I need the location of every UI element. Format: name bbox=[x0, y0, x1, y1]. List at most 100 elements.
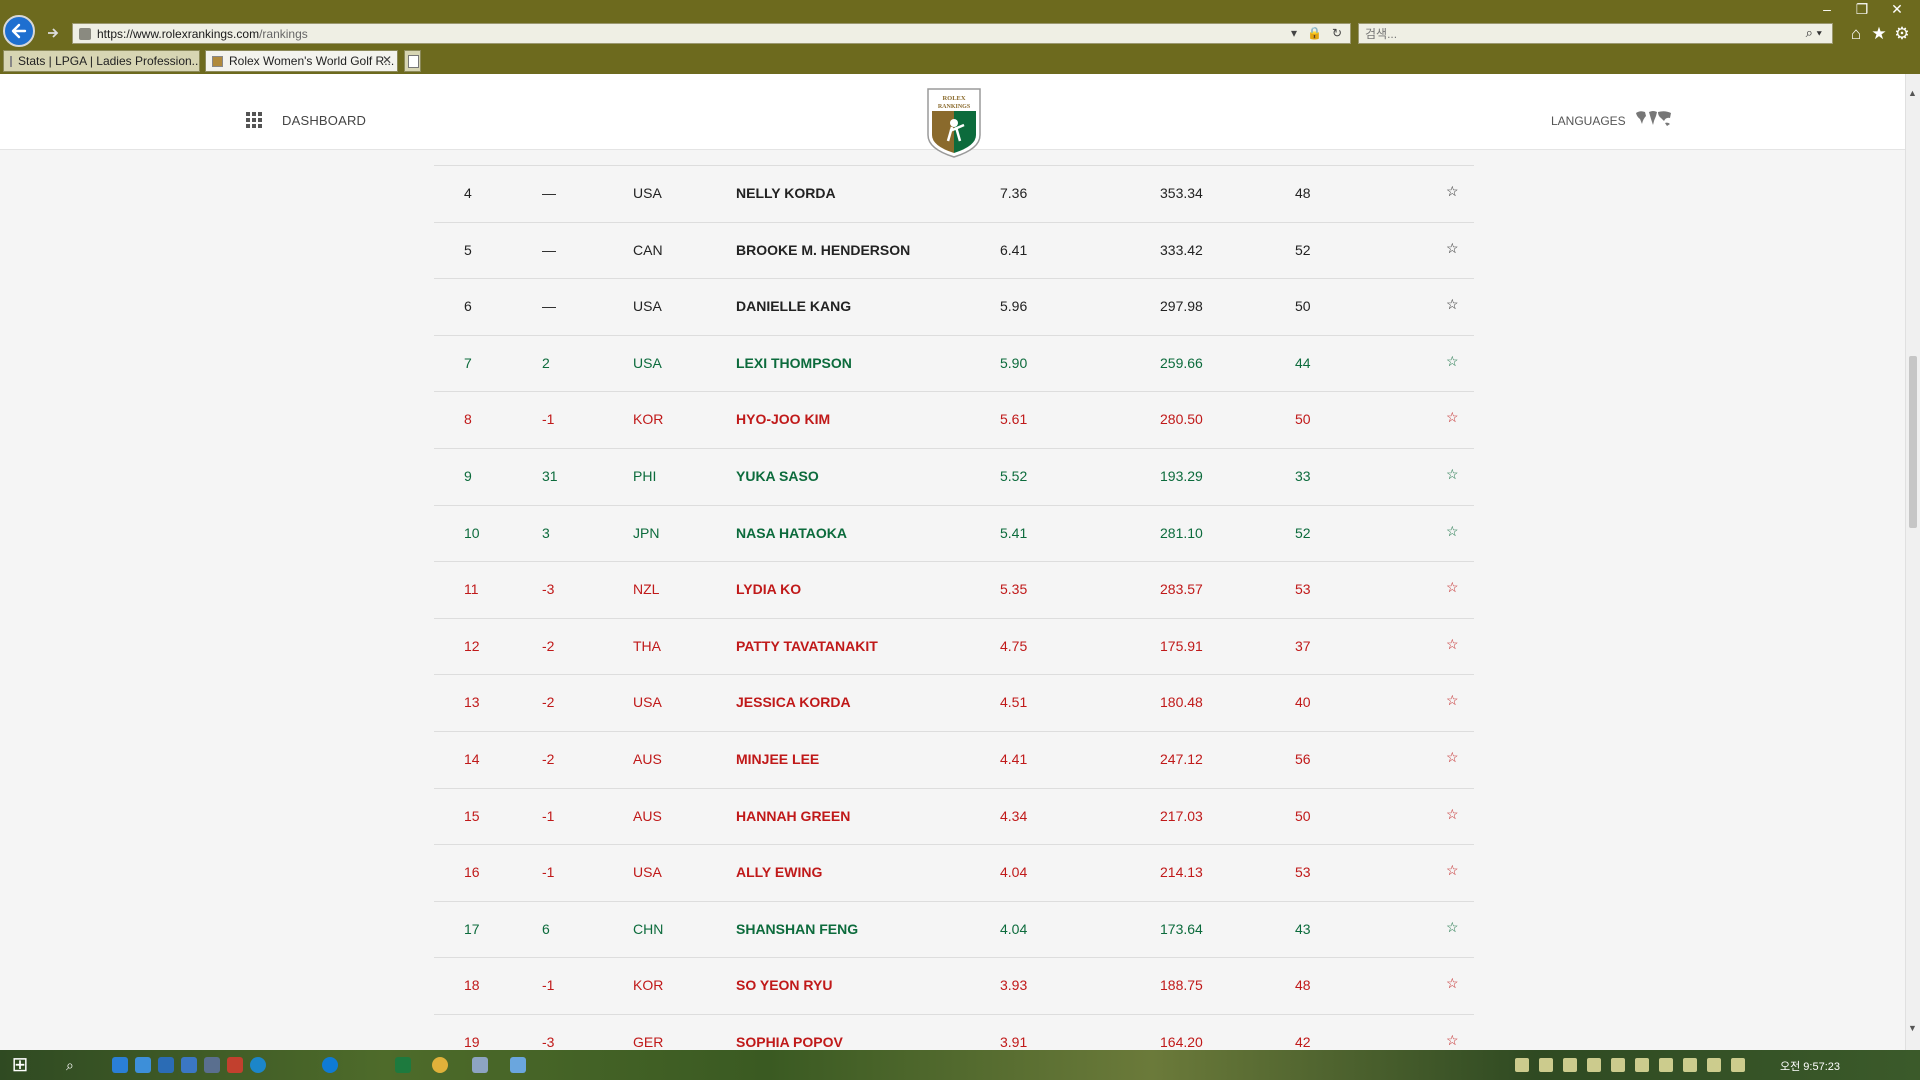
tab-close-icon[interactable]: ✕ bbox=[382, 53, 392, 67]
table-row[interactable]: 14 -2 AUS MINJEE LEE 4.41 247.12 56 ☆ bbox=[434, 731, 1474, 787]
table-row[interactable]: 19 -3 GER SOPHIA POPOV 3.91 164.20 42 ☆ bbox=[434, 1014, 1474, 1050]
tray-icon[interactable] bbox=[1731, 1058, 1745, 1072]
tray-icon[interactable] bbox=[1539, 1058, 1553, 1072]
store-icon[interactable] bbox=[181, 1057, 197, 1073]
favorite-star-icon[interactable]: ☆ bbox=[1446, 183, 1459, 200]
table-row[interactable]: 18 -1 KOR SO YEON RYU 3.93 188.75 48 ☆ bbox=[434, 957, 1474, 1013]
favorite-star-icon[interactable]: ☆ bbox=[1446, 692, 1459, 709]
favorite-star-icon[interactable]: ☆ bbox=[1446, 919, 1459, 936]
player-name-link[interactable]: JESSICA KORDA bbox=[736, 694, 851, 710]
favorite-star-icon[interactable]: ☆ bbox=[1446, 409, 1459, 426]
taskbar-clock[interactable]: 오전 9:57:23 bbox=[1780, 1058, 1840, 1074]
table-row[interactable]: 7 2 USA LEXI THOMPSON 5.90 259.66 44 ☆ bbox=[434, 334, 1474, 391]
apps-grid-icon[interactable] bbox=[246, 112, 262, 128]
favorite-star-icon[interactable]: ☆ bbox=[1446, 636, 1459, 653]
restore-icon[interactable]: ❐ bbox=[1847, 0, 1877, 18]
search-box[interactable]: ⌕ ▾ bbox=[1358, 23, 1833, 44]
tray-icon[interactable] bbox=[1635, 1058, 1649, 1072]
player-name-link[interactable]: MINJEE LEE bbox=[736, 751, 819, 767]
world-map-icon[interactable] bbox=[1634, 109, 1674, 129]
favorites-icon[interactable]: ★ bbox=[1869, 24, 1889, 44]
calculator-icon[interactable] bbox=[135, 1057, 151, 1073]
favorite-star-icon[interactable]: ☆ bbox=[1446, 466, 1459, 483]
table-row[interactable]: 13 -2 USA JESSICA KORDA 4.51 180.48 40 ☆ bbox=[434, 674, 1474, 730]
mail-icon[interactable] bbox=[158, 1057, 174, 1073]
excel-icon[interactable] bbox=[395, 1057, 411, 1073]
player-name-link[interactable]: NELLY KORDA bbox=[736, 185, 836, 201]
tray-icon[interactable] bbox=[1707, 1058, 1721, 1072]
refresh-icon[interactable]: ↻ bbox=[1332, 26, 1342, 40]
minimize-icon[interactable]: – bbox=[1812, 0, 1842, 18]
home-icon[interactable]: ⌂ bbox=[1846, 24, 1866, 44]
table-row[interactable]: 11 -3 NZL LYDIA KO 5.35 283.57 53 ☆ bbox=[434, 561, 1474, 617]
table-row[interactable]: 12 -2 THA PATTY TAVATANAKIT 4.75 175.91 … bbox=[434, 617, 1474, 674]
scroll-down-arrow-icon[interactable]: ▼ bbox=[1905, 1023, 1920, 1035]
table-row[interactable]: 16 -1 USA ALLY EWING 4.04 214.13 53 ☆ bbox=[434, 844, 1474, 900]
rolex-rankings-logo[interactable]: ROLEX RANKINGS bbox=[924, 83, 984, 159]
table-row[interactable]: 9 31 PHI YUKA SASO 5.52 193.29 33 ☆ bbox=[434, 448, 1474, 504]
player-name-link[interactable]: BROOKE M. HENDERSON bbox=[736, 242, 910, 258]
player-name-link[interactable]: LEXI THOMPSON bbox=[736, 355, 852, 371]
favorite-star-icon[interactable]: ☆ bbox=[1446, 579, 1459, 596]
start-button[interactable]: ⊞ bbox=[2, 1050, 38, 1080]
tray-icon[interactable] bbox=[1683, 1058, 1697, 1072]
scroll-up-arrow-icon[interactable]: ▲ bbox=[1905, 88, 1920, 100]
search-icon[interactable]: ⌕ ▾ bbox=[1806, 25, 1822, 41]
player-name-link[interactable]: YUKA SASO bbox=[736, 468, 819, 484]
close-window-icon[interactable]: ✕ bbox=[1882, 0, 1912, 18]
tray-icon[interactable] bbox=[1563, 1058, 1577, 1072]
table-row[interactable]: 17 6 CHN SHANSHAN FENG 4.04 173.64 43 ☆ bbox=[434, 900, 1474, 957]
edge-browser-icon[interactable] bbox=[322, 1057, 338, 1073]
tray-icon[interactable] bbox=[1515, 1058, 1529, 1072]
search-taskbar-icon[interactable]: ⌕ bbox=[66, 1057, 82, 1073]
back-button[interactable] bbox=[3, 15, 35, 47]
tab-rolex-rankings[interactable]: Rolex Women's World Golf R... ✕ bbox=[205, 50, 398, 72]
tray-icon[interactable] bbox=[1587, 1058, 1601, 1072]
table-row[interactable]: 6 — USA DANIELLE KANG 5.96 297.98 50 ☆ bbox=[434, 278, 1474, 334]
player-name-link[interactable]: SOPHIA POPOV bbox=[736, 1034, 843, 1050]
new-tab-button[interactable] bbox=[404, 50, 421, 72]
internet-explorer-icon[interactable] bbox=[112, 1057, 128, 1073]
address-text[interactable]: https://www.rolexrankings.com/rankings bbox=[97, 27, 308, 41]
table-row[interactable]: 4 — USA NELLY KORDA 7.36 353.34 48 ☆ bbox=[434, 165, 1474, 221]
player-name-link[interactable]: SO YEON RYU bbox=[736, 977, 832, 993]
search-input[interactable] bbox=[1359, 25, 1767, 42]
table-row[interactable]: 5 — CAN BROOKE M. HENDERSON 6.41 333.42 … bbox=[434, 221, 1474, 278]
player-name-link[interactable]: HANNAH GREEN bbox=[736, 808, 850, 824]
favorite-star-icon[interactable]: ☆ bbox=[1446, 975, 1459, 992]
table-row[interactable]: 8 -1 KOR HYO-JOO KIM 5.61 280.50 50 ☆ bbox=[434, 391, 1474, 447]
table-row[interactable]: 10 3 JPN NASA HATAOKA 5.41 281.10 52 ☆ bbox=[434, 504, 1474, 561]
favorite-star-icon[interactable]: ☆ bbox=[1446, 353, 1459, 370]
player-name-link[interactable]: DANIELLE KANG bbox=[736, 298, 851, 314]
favorite-star-icon[interactable]: ☆ bbox=[1446, 862, 1459, 879]
player-name-link[interactable]: LYDIA KO bbox=[736, 581, 801, 597]
table-row[interactable]: 15 -1 AUS HANNAH GREEN 4.34 217.03 50 ☆ bbox=[434, 787, 1474, 844]
forward-button[interactable] bbox=[44, 24, 62, 42]
player-name-link[interactable]: PATTY TAVATANAKIT bbox=[736, 638, 878, 654]
address-bar[interactable]: https://www.rolexrankings.com/rankings ▾… bbox=[72, 23, 1351, 44]
player-name-link[interactable]: NASA HATAOKA bbox=[736, 525, 847, 541]
favorite-star-icon[interactable]: ☆ bbox=[1446, 296, 1459, 313]
favorite-star-icon[interactable]: ☆ bbox=[1446, 523, 1459, 540]
scrollbar-thumb[interactable] bbox=[1909, 356, 1917, 528]
favorite-star-icon[interactable]: ☆ bbox=[1446, 240, 1459, 257]
dropdown-icon[interactable]: ▾ bbox=[1291, 26, 1297, 40]
player-name-link[interactable]: HYO-JOO KIM bbox=[736, 411, 830, 427]
tray-icon[interactable] bbox=[1611, 1058, 1625, 1072]
folder-icon[interactable] bbox=[472, 1057, 488, 1073]
settings-gear-icon[interactable]: ⚙ bbox=[1892, 24, 1912, 44]
vertical-scrollbar[interactable] bbox=[1905, 74, 1920, 1050]
languages-link[interactable]: LANGUAGES bbox=[1551, 114, 1626, 128]
ie-active-icon[interactable] bbox=[510, 1057, 526, 1073]
app-icon[interactable] bbox=[227, 1057, 243, 1073]
tray-icon[interactable] bbox=[1659, 1058, 1673, 1072]
tab-lpga-stats[interactable]: Stats | LPGA | Ladies Profession... bbox=[3, 50, 200, 72]
dashboard-link[interactable]: DASHBOARD bbox=[282, 113, 366, 128]
favorite-star-icon[interactable]: ☆ bbox=[1446, 1032, 1459, 1049]
network-app-icon[interactable] bbox=[204, 1057, 220, 1073]
chrome-icon[interactable] bbox=[432, 1057, 448, 1073]
lock-icon[interactable]: 🔒 bbox=[1307, 26, 1322, 40]
player-name-link[interactable]: ALLY EWING bbox=[736, 864, 822, 880]
favorite-star-icon[interactable]: ☆ bbox=[1446, 749, 1459, 766]
favorite-star-icon[interactable]: ☆ bbox=[1446, 806, 1459, 823]
